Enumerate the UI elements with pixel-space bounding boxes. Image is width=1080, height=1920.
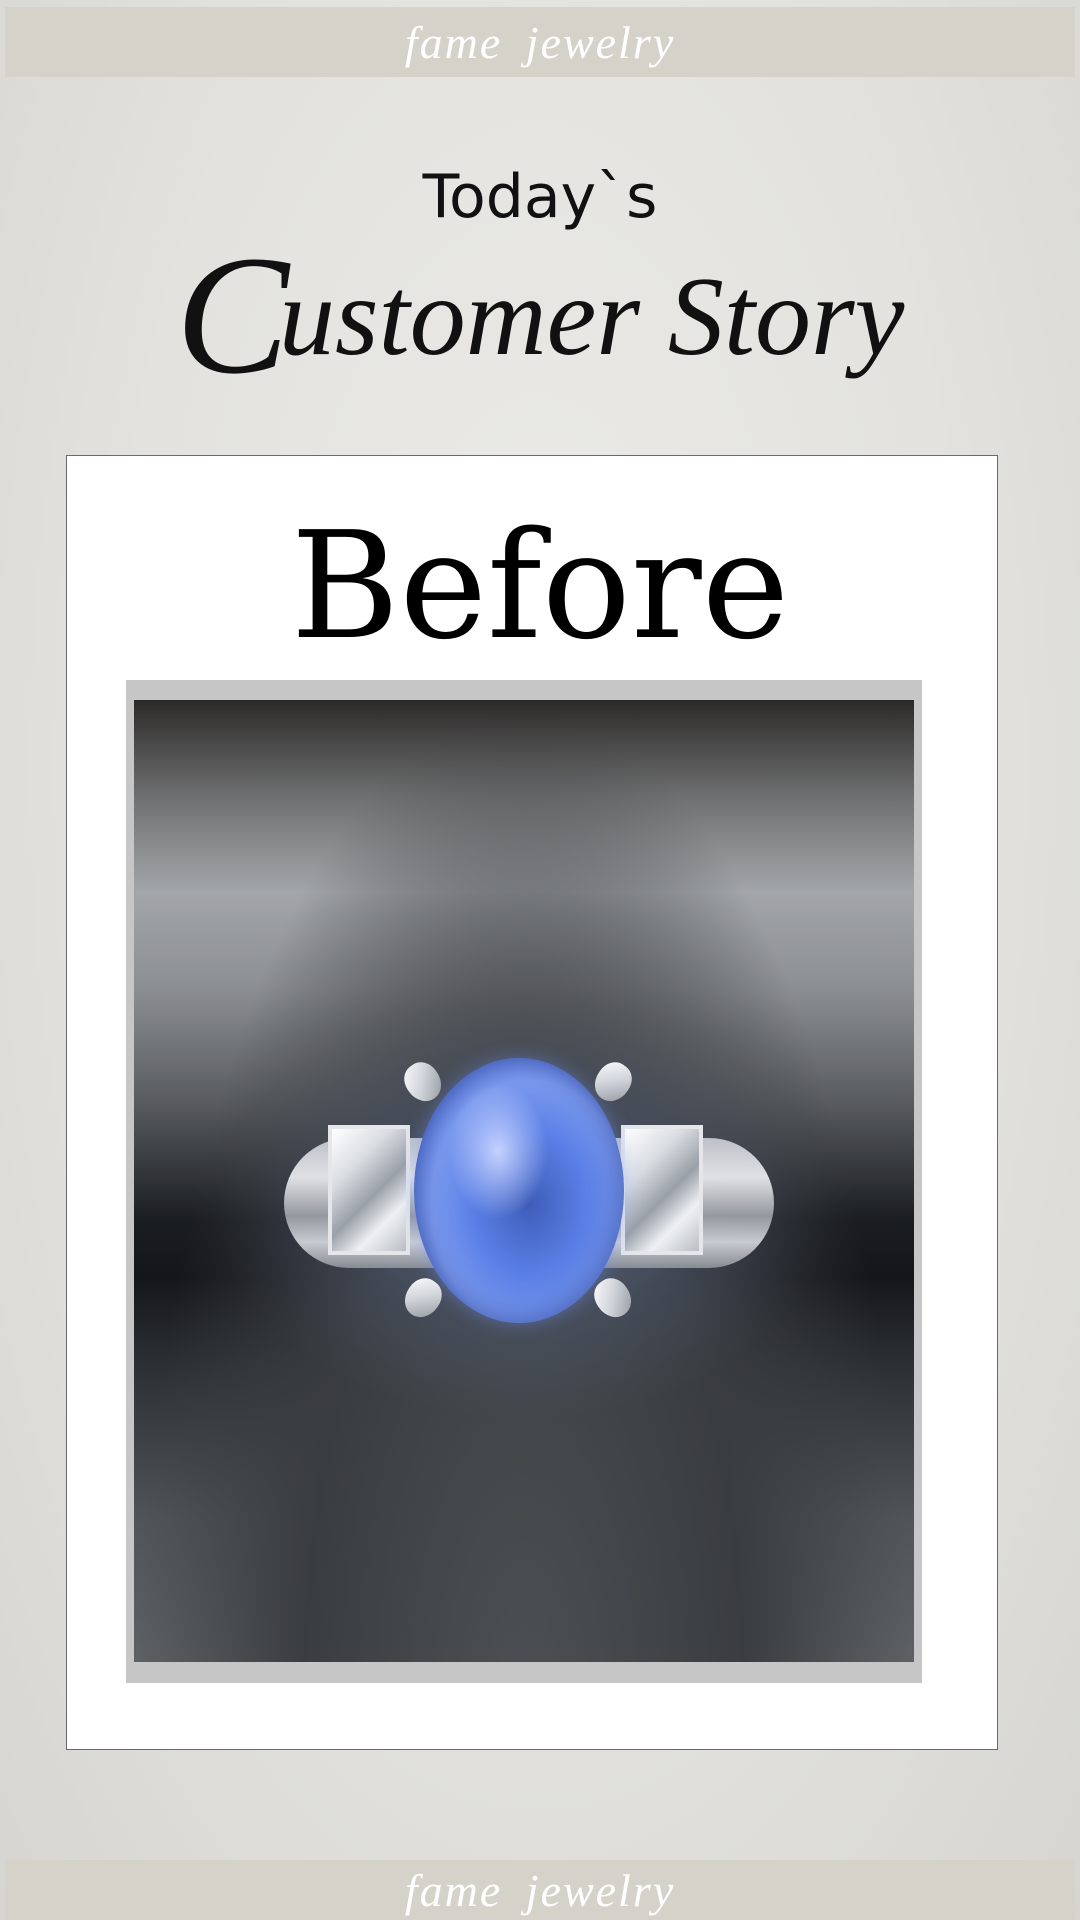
bottom-brand-bar: fame jewelry [5,1860,1075,1920]
before-title: Before [290,500,790,672]
header-title: Customer Story [0,222,1080,409]
top-brand-bar: fame jewelry [5,7,1075,77]
brand-logo-bottom: fame jewelry [404,1864,676,1916]
left-baguette-diamond [328,1125,410,1255]
header-title-rest: ustomer Story [279,255,905,379]
header-title-initial: C [175,221,290,409]
ring-photo [134,700,914,1662]
brand-logo-top: fame jewelry [404,16,676,68]
right-baguette-diamond [621,1125,703,1255]
center-sapphire [414,1058,624,1323]
